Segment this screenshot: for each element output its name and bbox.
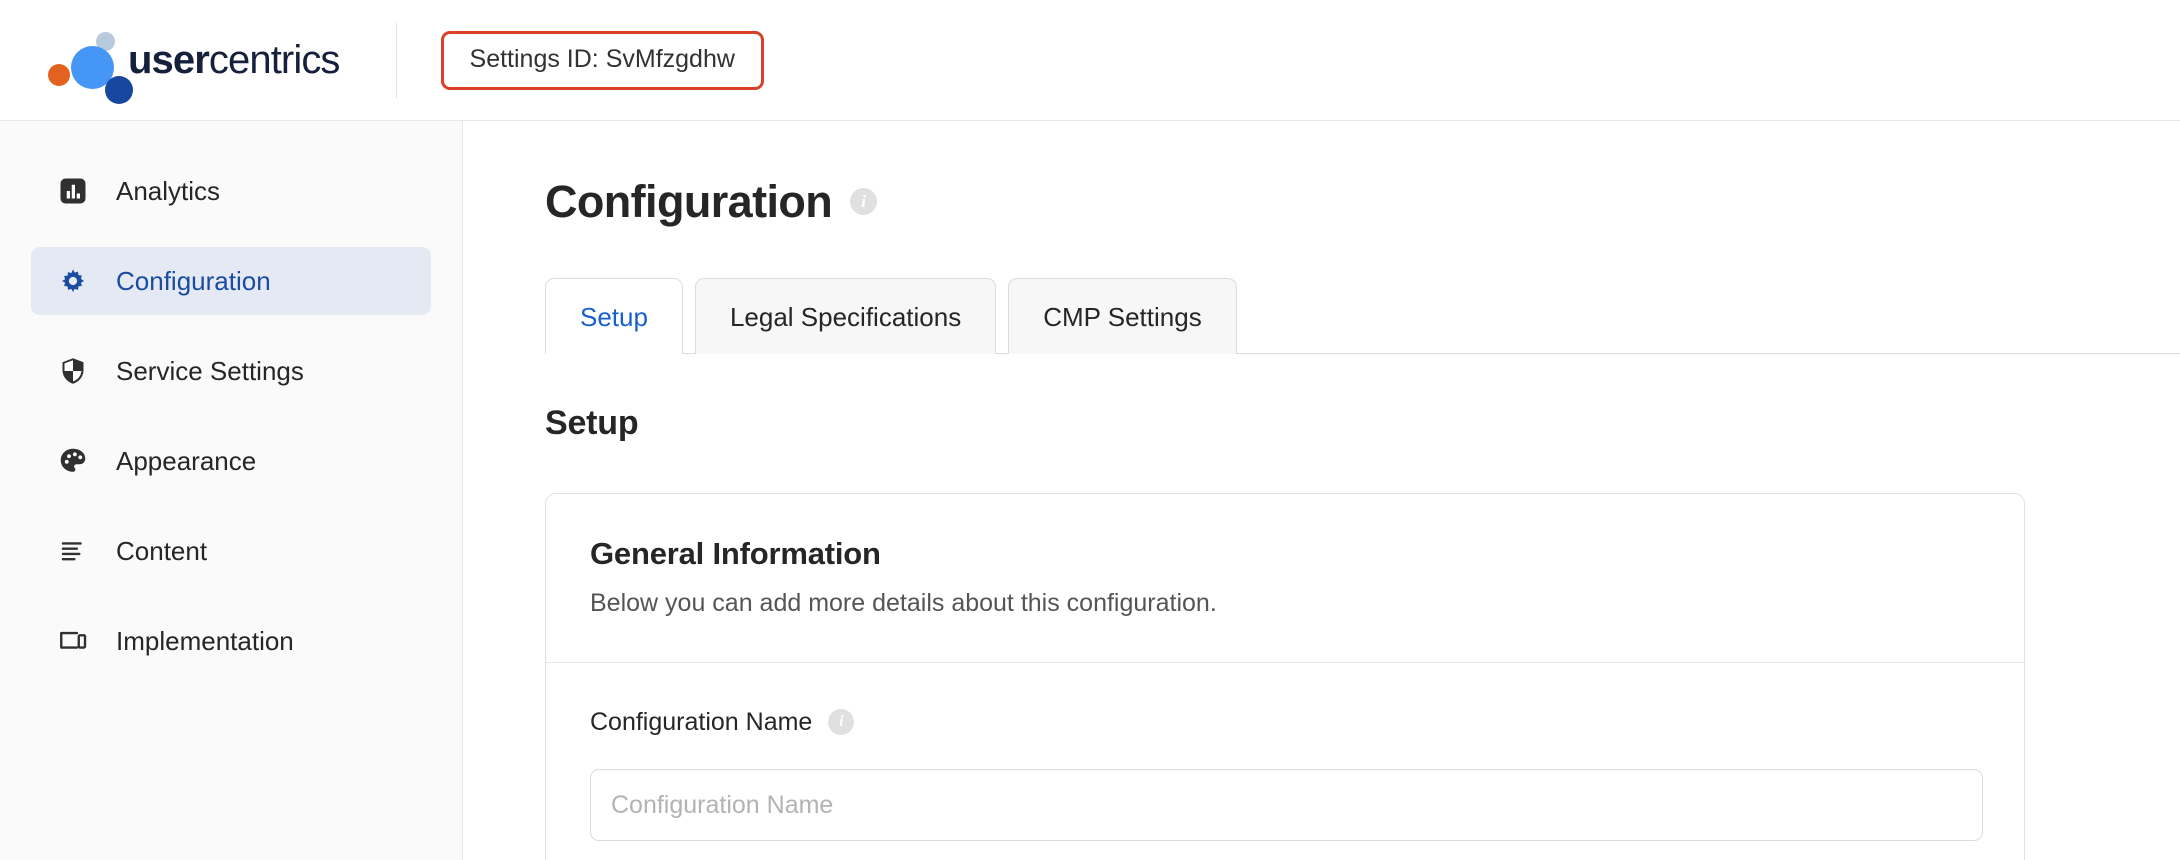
tab-cmp-settings[interactable]: CMP Settings [1008,278,1237,354]
sidebar-item-appearance[interactable]: Appearance [31,427,431,495]
info-icon[interactable]: i [828,709,855,735]
logo-word-light: centrics [208,37,341,82]
sidebar-item-label: Service Settings [116,356,304,386]
main-content: Configuration i Setup Legal Specificatio… [464,121,2180,860]
sidebar-item-label: Implementation [116,626,294,656]
sidebar-item-analytics[interactable]: Analytics [31,157,431,225]
configuration-name-label: Configuration Name [590,707,813,736]
sidebar-item-label: Analytics [116,176,221,206]
info-icon[interactable]: i [850,188,878,215]
text-lines-icon [57,535,89,567]
tab-legal-specifications[interactable]: Legal Specifications [694,278,997,354]
devices-icon [57,625,89,657]
sidebar-item-label: Content [116,536,208,566]
card-header: General Information Below you can add mo… [546,494,2024,663]
sidebar-item-configuration[interactable]: Configuration [31,247,431,315]
settings-id-badge[interactable]: Settings ID: SvMfzgdhw [440,30,764,90]
card-body: Configuration Name i [546,663,2024,860]
general-information-card: General Information Below you can add mo… [545,493,2025,860]
page-header: Configuration i [545,179,2180,224]
shield-icon [57,355,89,387]
sidebar-item-content[interactable]: Content [31,517,431,585]
header-divider [395,22,397,98]
card-title: General Information [590,536,881,571]
gear-icon [57,265,89,297]
sidebar-item-service-settings[interactable]: Service Settings [31,337,431,405]
bar-chart-icon [57,175,89,207]
brand-logo[interactable]: usercentrics [42,0,340,120]
palette-icon [57,445,89,477]
configuration-name-label-row: Configuration Name i [590,709,1980,735]
sidebar-item-implementation[interactable]: Implementation [31,607,431,675]
sidebar: Analytics Configuration Service Settings [0,121,463,860]
card-subtitle: Below you can add more details about thi… [590,589,1217,617]
usercentrics-logo-icon [42,23,133,104]
logo-dot-orange [48,64,70,86]
tab-bar: Setup Legal Specifications CMP Settings [545,278,2180,355]
logo-dot-navy [105,76,133,104]
top-bar: usercentrics Settings ID: SvMfzgdhw [0,0,2180,121]
logo-wordmark: usercentrics [128,38,340,83]
configuration-name-input[interactable] [590,769,1983,841]
tab-setup[interactable]: Setup [545,278,683,355]
section-title: Setup [545,404,639,442]
page-title: Configuration [545,176,833,227]
logo-word-bold: user [128,37,210,82]
sidebar-item-label: Appearance [116,446,257,476]
sidebar-item-label: Configuration [116,266,271,296]
